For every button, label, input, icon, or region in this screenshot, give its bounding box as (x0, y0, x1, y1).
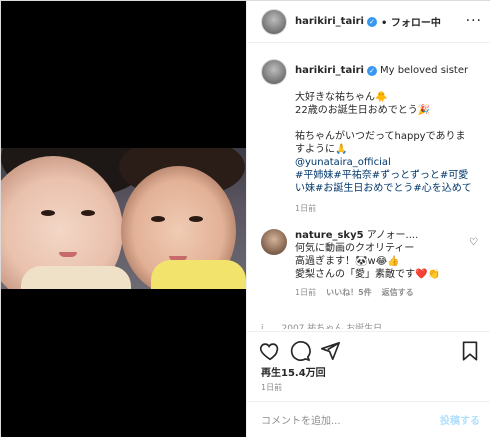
share-icon[interactable] (319, 340, 341, 362)
post-side-panel: harikiri_tairi ✓ • フォロー中 ··· harikiri_ta… (246, 1, 490, 437)
caption-username[interactable]: harikiri_tairi (295, 65, 364, 76)
comment-line: アノォー.... (363, 230, 419, 241)
save-icon[interactable] (459, 340, 481, 362)
comment-line: 愛梨さんの「愛」素敵です❤️👏 (295, 269, 440, 280)
following-label[interactable]: • フォロー中 (381, 14, 441, 29)
comment-likes[interactable]: いいね！5件 (326, 287, 372, 298)
comment-input[interactable]: コメントを追加... (261, 412, 341, 427)
caption-line: すように🙏 (295, 144, 348, 155)
comment-line: 何気に動画のクオリティー (295, 243, 415, 254)
comment-time: 1日前 (295, 288, 317, 297)
photo-element (81, 210, 95, 216)
comment-avatar[interactable] (261, 229, 287, 255)
caption-line: 祐ちゃんがいつだってhappyでありま (295, 131, 466, 142)
caption-avatar[interactable] (261, 59, 287, 85)
post-header: harikiri_tairi ✓ • フォロー中 ··· (247, 1, 490, 43)
view-count[interactable]: 再生15.4万回 (261, 364, 326, 379)
header-username[interactable]: harikiri_tairi (295, 16, 364, 27)
comment-item: nature_sky5 アノォー.... 何気に動画のクオリティー 高過ぎます！… (261, 229, 486, 298)
post-button[interactable]: 投稿する (440, 412, 480, 427)
caption-line: 22歳のお誕生日おめでとう🎉 (295, 105, 431, 116)
hashtag-links[interactable]: い妹#お誕生日おめでとう#心を込めて (295, 182, 486, 195)
post-date: 1日前 (261, 383, 283, 392)
verified-icon: ✓ (366, 66, 377, 76)
post-video[interactable] (1, 148, 246, 289)
hashtag-links[interactable]: #平姉妹#平祐奈#ずっとずっと#可愛 (295, 169, 486, 182)
caption: harikiri_tairi ✓ My beloved sister 大好きな祐… (261, 59, 486, 214)
avatar[interactable] (261, 8, 287, 35)
comment-like-icon[interactable]: ♡ (469, 237, 478, 248)
add-comment-bar: コメントを追加... 投稿する (247, 401, 490, 437)
comment-meta: 1日前 いいね！5件 返信する (295, 287, 486, 298)
caption-text: 大好きな祐ちゃん🐥 22歳のお誕生日おめでとう🎉 祐ちゃんがいつだってhappy… (295, 91, 486, 195)
reply-button[interactable]: 返信する (382, 287, 414, 298)
post-dialog: harikiri_tairi ✓ • フォロー中 ··· harikiri_ta… (0, 0, 490, 437)
photo-element (41, 210, 55, 216)
verified-icon: ✓ (366, 16, 377, 27)
comment-username[interactable]: nature_sky5 (295, 230, 364, 241)
photo-element (151, 216, 165, 222)
photo-element (151, 260, 246, 289)
mention-link[interactable]: @yunataira_official (295, 156, 486, 169)
caption-time: 1日前 (295, 204, 317, 213)
comment-text: nature_sky5 アノォー.... 何気に動画のクオリティー 高過ぎます！… (295, 229, 455, 281)
photo-element (59, 252, 77, 257)
caption-line: 大好きな祐ちゃん🐥 (295, 92, 388, 103)
next-comment-peek: i 2007 祐ちゃん お誕生日 (261, 324, 383, 329)
photo-element (21, 266, 131, 289)
more-icon[interactable]: ··· (466, 13, 482, 29)
caption-subtitle: My beloved sister (379, 65, 469, 76)
comment-line: 高過ぎます！🐼w😂👍 (295, 256, 400, 267)
comments-scroll-area[interactable]: harikiri_tairi ✓ My beloved sister 大好きな祐… (247, 44, 490, 329)
photo-element (189, 216, 203, 222)
heart-icon[interactable] (259, 340, 281, 362)
media-area[interactable] (1, 1, 246, 437)
comment-icon[interactable] (289, 340, 311, 362)
